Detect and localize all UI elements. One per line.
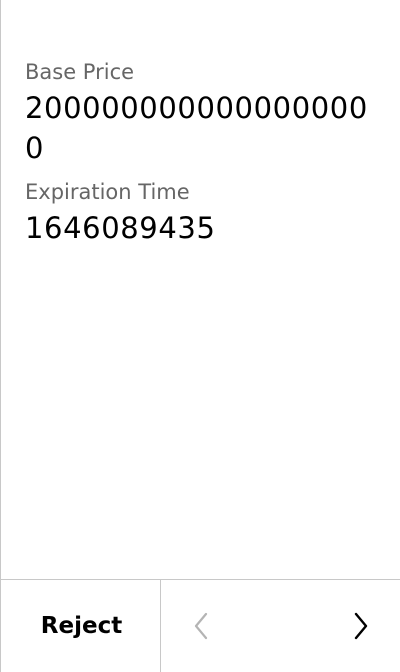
- chevron-right-icon: [353, 612, 369, 640]
- page-navigation: [161, 580, 400, 672]
- expiration-time-value: 1646089435: [25, 211, 216, 245]
- expiration-time-label: Expiration Time: [25, 180, 190, 204]
- field-list: Base Price 2000000000000000000 Expiratio…: [25, 58, 375, 248]
- base-price-label: Base Price: [25, 60, 135, 84]
- reject-button[interactable]: Reject: [1, 580, 161, 672]
- review-screen: Base Price 2000000000000000000 Expiratio…: [0, 0, 400, 672]
- footer-bar: Reject: [1, 579, 400, 672]
- next-page-button[interactable]: [321, 580, 400, 672]
- base-price-field: Base Price 2000000000000000000: [25, 58, 375, 168]
- expiration-time-field: Expiration Time 1646089435: [25, 178, 375, 248]
- previous-page-button[interactable]: [161, 580, 241, 672]
- chevron-left-icon: [193, 612, 209, 640]
- base-price-value: 2000000000000000000: [25, 91, 368, 165]
